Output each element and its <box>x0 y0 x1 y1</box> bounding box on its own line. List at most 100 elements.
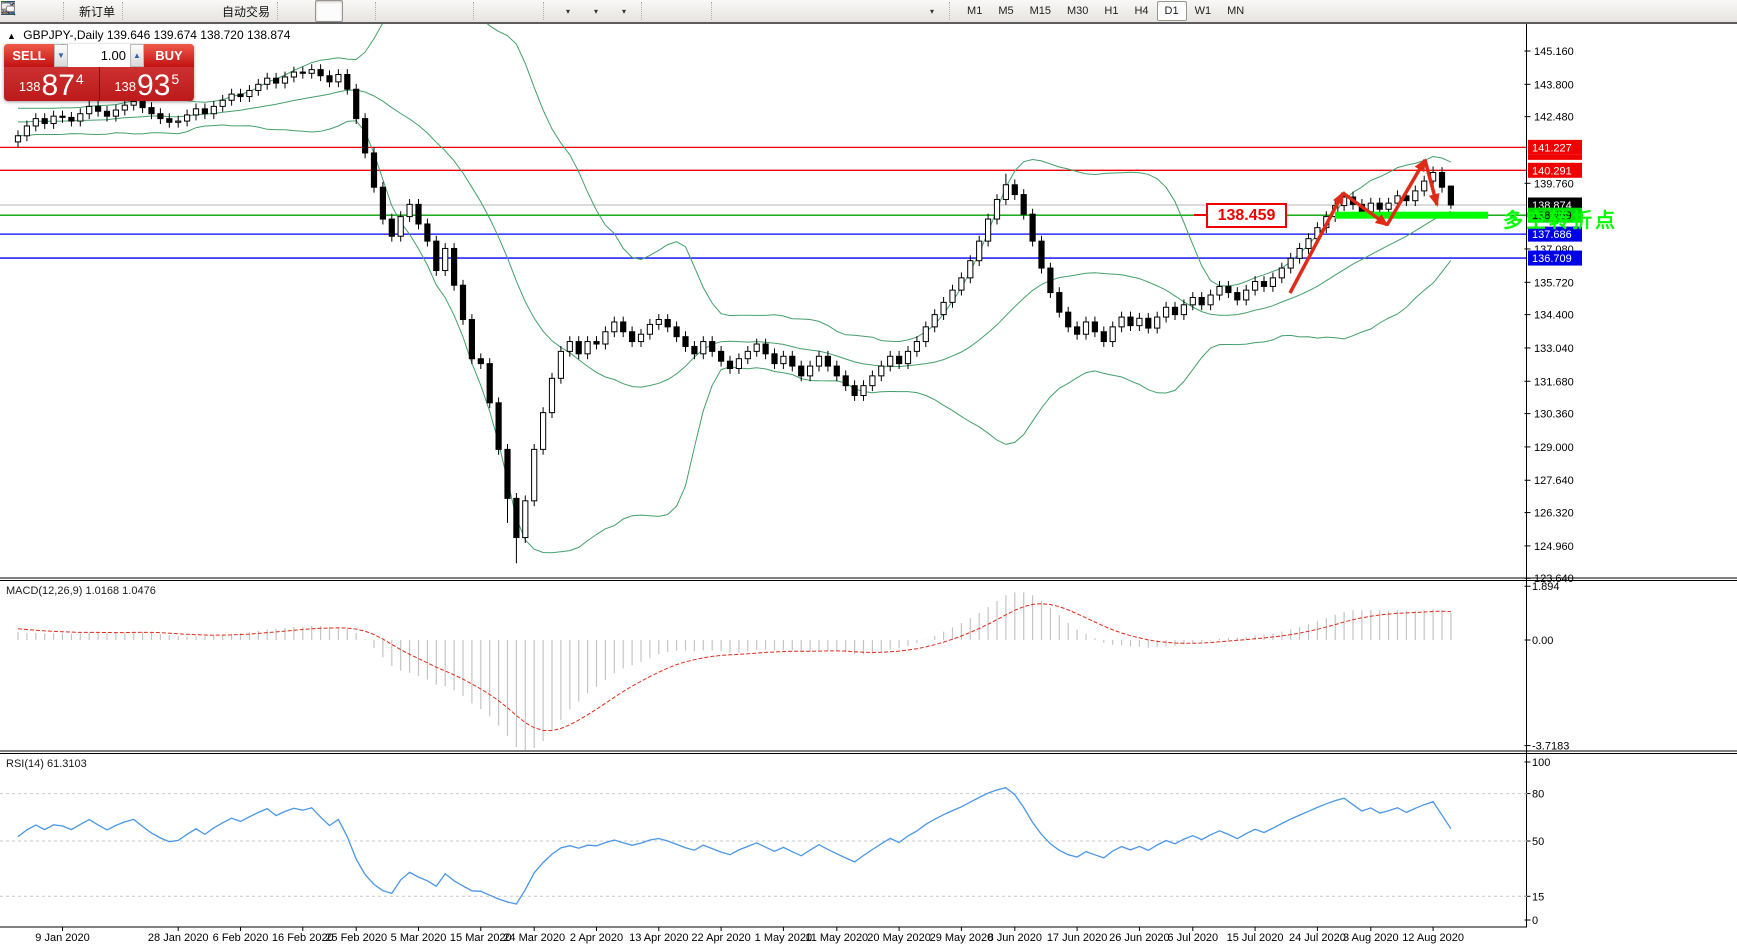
candle-body <box>24 126 29 136</box>
chevron-down-icon[interactable]: ▾ <box>594 7 598 16</box>
equidistant-channel-icon[interactable]: E <box>805 0 833 22</box>
candle-body <box>1190 297 1195 304</box>
volume-increase-button[interactable]: ▲ <box>130 44 144 67</box>
line-chart-icon[interactable] <box>343 0 371 22</box>
candle-body <box>1261 282 1266 287</box>
signals-icon[interactable] <box>188 0 216 22</box>
arrows-dropdown[interactable]: ▾ <box>917 0 945 22</box>
data-window-icon[interactable] <box>31 0 59 22</box>
candle-body <box>1288 258 1293 268</box>
candle-body <box>336 75 341 82</box>
buy-price-display[interactable]: 138 93 5 <box>99 67 195 101</box>
timeframe-m30[interactable]: M30 <box>1059 1 1096 21</box>
candle-body <box>113 110 118 116</box>
chart-canvas[interactable]: 145.160143.800142.480139.760137.080135.7… <box>0 0 1737 944</box>
vertical-line-icon[interactable] <box>721 0 749 22</box>
sell-price-display[interactable]: 138 87 4 <box>4 67 99 101</box>
candle-body <box>1342 197 1347 206</box>
candle-body <box>425 224 430 241</box>
timeframe-m1[interactable]: M1 <box>959 1 990 21</box>
timeframe-m5[interactable]: M5 <box>990 1 1021 21</box>
timeframe-h1[interactable]: H1 <box>1096 1 1126 21</box>
text-icon[interactable]: A <box>861 0 889 22</box>
candle-body <box>1172 307 1177 314</box>
new-order-button[interactable]: 新订单 <box>73 0 118 22</box>
timeframe-mn[interactable]: MN <box>1219 1 1252 21</box>
candle-body <box>621 322 626 332</box>
candle-body <box>897 356 902 363</box>
candle-body <box>1021 195 1026 215</box>
chevron-down-icon[interactable]: ▾ <box>566 7 570 16</box>
candle-body <box>104 111 109 116</box>
templates-dropdown[interactable]: ▾ <box>609 0 637 22</box>
candle-body <box>220 100 225 106</box>
zoom-in-icon[interactable] <box>385 0 413 22</box>
candle-body <box>496 403 501 450</box>
candle-body <box>327 76 332 82</box>
fibonacci-icon[interactable]: F <box>833 0 861 22</box>
cursor-icon[interactable] <box>651 0 679 22</box>
chevron-down-icon[interactable]: ▾ <box>622 7 626 16</box>
auto-scroll-icon[interactable] <box>483 0 511 22</box>
date-label: 28 Jan 2020 <box>148 932 209 944</box>
candle-body <box>256 84 261 90</box>
bar-chart-icon[interactable] <box>287 0 315 22</box>
candle-body <box>1422 181 1427 191</box>
candle-body <box>185 115 190 121</box>
price-callout-138459[interactable]: 138.459 <box>1206 203 1287 228</box>
candle-body <box>523 501 528 538</box>
new-chart-dropdown[interactable]: ▾ <box>553 0 581 22</box>
crosshair-icon[interactable] <box>679 0 707 22</box>
horizontal-line-icon[interactable] <box>749 0 777 22</box>
timeframe-m15[interactable]: M15 <box>1022 1 1059 21</box>
sell-price-big: 87 <box>42 73 75 98</box>
collapse-chart-icon[interactable]: ▲ <box>7 31 16 41</box>
date-label: 29 May 2020 <box>930 932 994 944</box>
profiles-dropdown[interactable]: ▾ <box>581 0 609 22</box>
candle-body <box>541 413 546 450</box>
zoom-out-icon[interactable] <box>413 0 441 22</box>
timeframe-h4[interactable]: H4 <box>1126 1 1156 21</box>
candle-body <box>825 356 830 366</box>
community-icon[interactable] <box>1706 0 1734 22</box>
autotrading-button[interactable]: 自动交易 <box>216 0 273 22</box>
chevron-down-icon[interactable]: ▾ <box>930 7 934 16</box>
trendline-icon[interactable] <box>777 0 805 22</box>
volume-input[interactable] <box>68 44 130 67</box>
macd-signal-line <box>18 604 1451 731</box>
candle-body <box>647 324 652 334</box>
candle-body <box>238 94 243 96</box>
volume-decrease-button[interactable]: ▼ <box>54 44 68 67</box>
candle-body <box>469 320 474 359</box>
candle-body <box>167 119 172 123</box>
candle-body <box>443 248 448 270</box>
price-tick-label: 127.640 <box>1534 475 1574 487</box>
search-icon[interactable] <box>1678 0 1706 22</box>
candle-body <box>478 359 483 364</box>
support-highlight-bar[interactable] <box>1335 212 1488 219</box>
candle-body <box>1057 293 1062 313</box>
symbol-period-label: GBPJPY-,Daily <box>23 28 103 42</box>
timeframe-d1[interactable]: D1 <box>1157 1 1187 21</box>
candle-body <box>193 109 198 115</box>
gold-icon[interactable] <box>132 0 160 22</box>
zigzag-arrows[interactable] <box>1290 160 1437 293</box>
candle-body <box>318 70 323 76</box>
candle-body <box>1164 307 1169 317</box>
candle-body <box>363 119 368 153</box>
candle-body <box>674 327 679 337</box>
candlestick-icon[interactable] <box>315 0 343 22</box>
candle-body <box>1448 186 1453 205</box>
toolbar-divider <box>0 22 1737 24</box>
buy-button[interactable]: BUY <box>144 44 194 67</box>
turning-point-label[interactable]: 多空转折点 <box>1503 204 1618 233</box>
timeframe-w1[interactable]: W1 <box>1187 1 1220 21</box>
rsi-axis-label: 100 <box>1532 757 1550 769</box>
mql5-community-icon[interactable] <box>160 0 188 22</box>
chart-shift-icon[interactable] <box>511 0 539 22</box>
date-label: 25 Feb 2020 <box>325 932 387 944</box>
label-icon[interactable]: T <box>889 0 917 22</box>
sell-button[interactable]: SELL <box>4 44 54 67</box>
candle-body <box>941 302 946 314</box>
tile-windows-icon[interactable] <box>441 0 469 22</box>
